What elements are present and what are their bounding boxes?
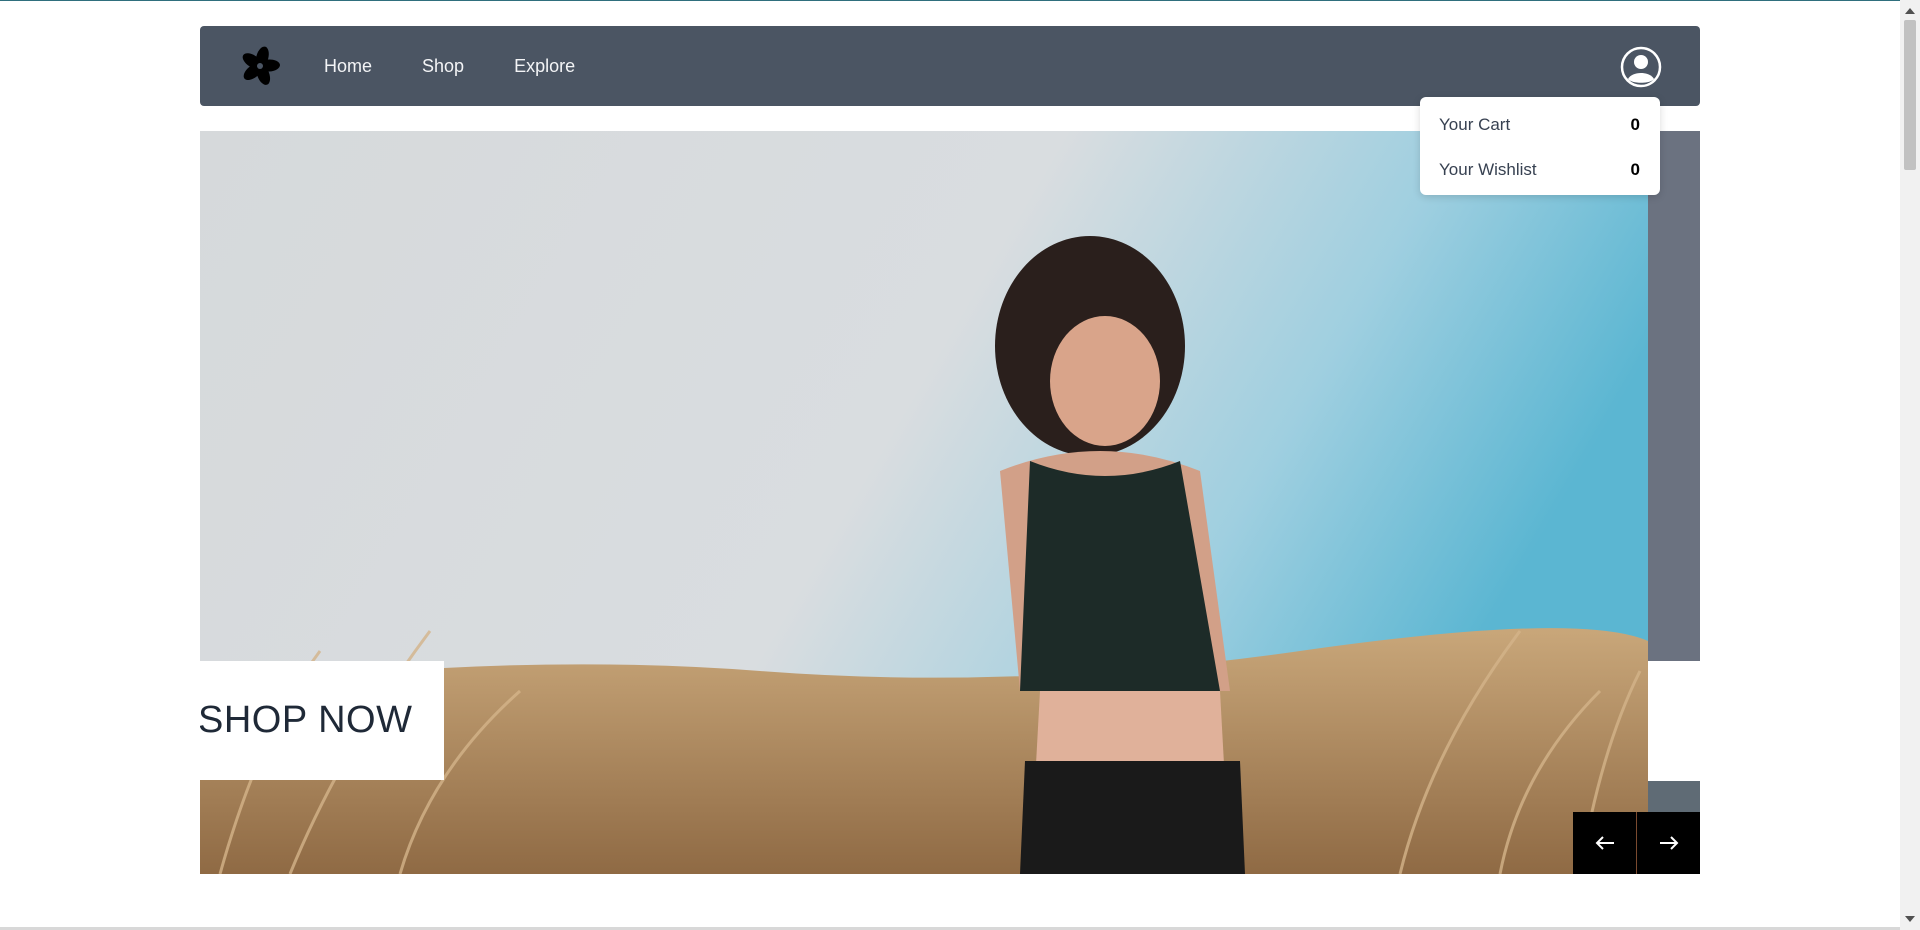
arrow-left-icon [1595,836,1614,850]
wishlist-count: 0 [1630,160,1640,179]
prev-slide-button[interactable] [1573,812,1636,874]
hero-carousel: SHOP NOW [200,131,1700,874]
next-slide-preview [1648,131,1700,661]
shop-now-button[interactable]: SHOP NOW [200,661,444,780]
nav-explore-link[interactable]: Explore [514,56,575,77]
cart-count: 0 [1630,115,1640,134]
next-slide-button[interactable] [1636,812,1700,874]
user-circle-icon[interactable] [1620,46,1662,88]
top-border [0,0,1920,1]
scroll-thumb[interactable] [1904,20,1916,170]
scroll-down-icon[interactable] [1905,916,1915,922]
wishlist-label: Your Wishlist [1439,160,1537,179]
cart-row[interactable]: Your Cart 0 [1439,113,1640,137]
navbar: Home Shop Explore [200,26,1700,106]
nav-shop-link[interactable]: Shop [422,56,464,77]
next-slide-caption [1648,661,1700,781]
scroll-up-icon[interactable] [1905,8,1915,14]
cart-label: Your Cart [1439,115,1511,134]
nav-home-link[interactable]: Home [324,56,372,77]
wishlist-row[interactable]: Your Wishlist 0 [1439,158,1640,182]
arrow-right-icon [1659,836,1678,850]
flower-logo-icon[interactable] [240,46,280,86]
shop-now-label: SHOP NOW [200,699,413,741]
carousel-controls [1573,812,1700,874]
page-scrollbar[interactable] [1900,0,1920,930]
main-nav: Home Shop Explore [324,26,625,106]
account-dropdown: Your Cart 0 Your Wishlist 0 [1420,97,1660,195]
